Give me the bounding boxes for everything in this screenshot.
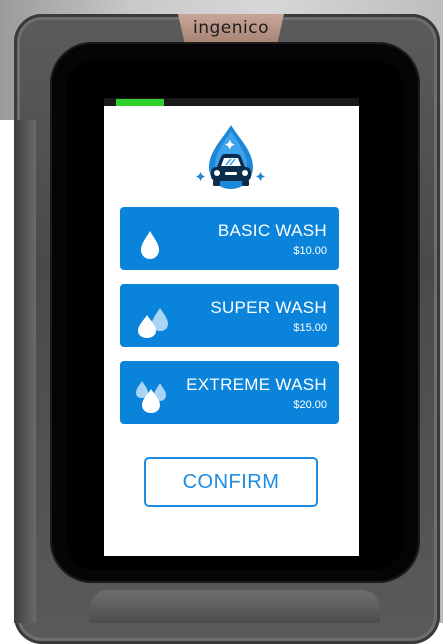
progress-bar — [116, 99, 356, 106]
option-price: $15.00 — [293, 322, 327, 334]
brand-plate: ingenico — [178, 14, 284, 42]
option-name: EXTREME WASH — [186, 375, 327, 394]
option-super-wash[interactable]: SUPER WASH $15.00 — [120, 284, 339, 347]
option-price: $20.00 — [293, 399, 327, 411]
single-drop-icon — [141, 231, 159, 259]
car-wash-drop-icon — [196, 125, 265, 189]
option-extreme-wash[interactable]: EXTREME WASH $20.00 — [120, 361, 339, 424]
three-drops-icon — [136, 381, 166, 413]
option-name: SUPER WASH — [210, 298, 327, 317]
brand-logo-text: ingenico — [193, 18, 269, 38]
option-name: BASIC WASH — [217, 221, 327, 240]
two-drops-icon — [138, 308, 168, 338]
terminal-side — [14, 120, 36, 623]
confirm-button[interactable]: CONFIRM — [144, 457, 318, 507]
terminal-bottom — [90, 590, 380, 623]
option-basic-wash[interactable]: BASIC WASH $10.00 — [120, 207, 339, 270]
progress-fill — [116, 99, 164, 106]
option-price: $10.00 — [293, 245, 327, 257]
